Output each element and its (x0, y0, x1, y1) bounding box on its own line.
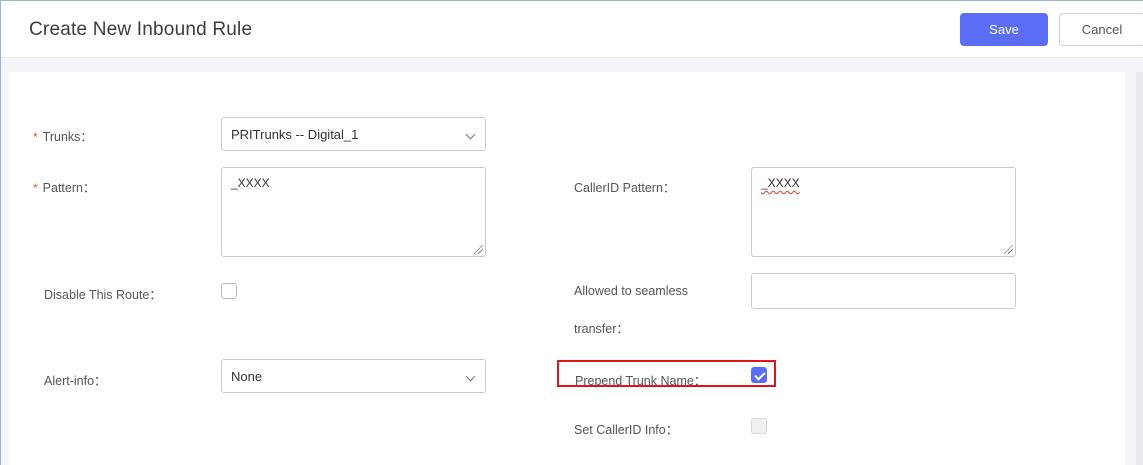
alert-info-select[interactable]: None (221, 359, 486, 393)
pattern-value: _XXXX (231, 176, 270, 190)
callerid-pattern-textarea[interactable]: _XXXX (751, 167, 1016, 257)
seamless-transfer-input[interactable] (751, 273, 1016, 309)
resize-grip-icon[interactable] (474, 245, 483, 254)
prepend-trunk-name-checkbox[interactable] (751, 367, 767, 383)
callerid-pattern-label: CallerID Pattern： (574, 181, 676, 195)
required-mark: * (33, 181, 38, 195)
disable-route-checkbox[interactable] (221, 283, 237, 299)
prepend-trunk-name-label: Prepend Trunk Name： (575, 374, 707, 388)
trunks-label: * Trunks： (33, 130, 93, 144)
pattern-label: * Pattern： (33, 181, 96, 195)
alert-info-select-value: None (231, 368, 263, 384)
chevron-down-icon (465, 371, 476, 382)
seamless-transfer-label: Allowed to seamless (574, 284, 688, 298)
alert-info-label: Alert-info： (44, 374, 107, 388)
required-mark: * (33, 130, 38, 144)
resize-grip-icon[interactable] (1004, 245, 1013, 254)
save-button[interactable]: Save (960, 13, 1048, 46)
set-callerid-info-label: Set CallerID Info： (574, 423, 679, 437)
scrollbar-track[interactable] (1136, 72, 1143, 465)
form-panel (9, 72, 1125, 465)
page-title: Create New Inbound Rule (29, 19, 253, 40)
set-callerid-info-checkbox[interactable] (751, 418, 767, 434)
seamless-transfer-label-cont: transfer： (574, 322, 629, 336)
chevron-down-icon (465, 129, 476, 140)
cancel-button[interactable]: Cancel (1059, 13, 1143, 46)
disable-route-label: Disable This Route： (44, 288, 162, 302)
trunks-select[interactable]: PRITrunks -- Digital_1 (221, 117, 486, 151)
callerid-pattern-value: _XXXX (761, 176, 800, 190)
trunks-select-value: PRITrunks -- Digital_1 (231, 126, 359, 142)
pattern-textarea[interactable]: _XXXX (221, 167, 486, 257)
page-header: Create New Inbound Rule Save Cancel (1, 1, 1143, 58)
